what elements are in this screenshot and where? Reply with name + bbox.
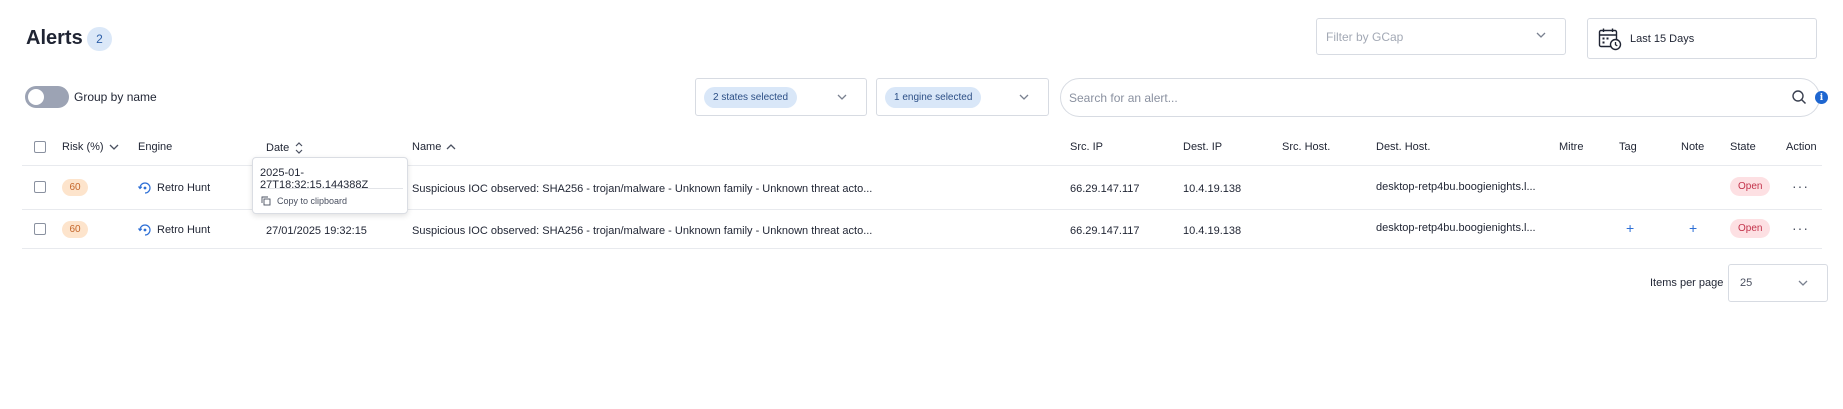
src-ip-cell: 66.29.147.117: [1070, 183, 1140, 195]
copy-icon: [261, 196, 271, 206]
engine-cell: Retro Hunt: [138, 223, 210, 236]
state-badge: Open: [1730, 219, 1771, 238]
column-header-tag: Tag: [1619, 141, 1637, 153]
copy-to-clipboard-button[interactable]: Copy to clipboard: [261, 196, 347, 206]
items-per-page-label: Items per page: [1650, 277, 1724, 289]
divider: [260, 188, 403, 189]
search-placeholder: Search for an alert...: [1069, 90, 1178, 105]
date-range-button[interactable]: Last 15 Days: [1587, 18, 1817, 59]
column-header-date[interactable]: Date: [266, 141, 305, 155]
column-header-risk[interactable]: Risk (%): [62, 141, 120, 153]
group-by-name-label: Group by name: [74, 90, 157, 104]
column-label: Action: [1786, 141, 1817, 153]
column-label: Dest. Host.: [1376, 141, 1431, 153]
info-icon[interactable]: i: [1815, 91, 1828, 104]
alert-search-input[interactable]: Search for an alert...: [1060, 78, 1820, 117]
column-label: Src. IP: [1070, 141, 1104, 153]
column-label: Tag: [1619, 141, 1637, 153]
select-all-checkbox[interactable]: [34, 141, 46, 153]
date-cell[interactable]: 27/01/2025 19:32:15: [266, 225, 367, 237]
search-icon[interactable]: [1791, 89, 1807, 105]
calendar-clock-icon: [1598, 28, 1622, 50]
more-actions-icon[interactable]: ···: [1792, 178, 1809, 194]
engine-label: Retro Hunt: [157, 181, 211, 194]
dest-host-cell: desktop-retp4bu.boogienights.l...: [1376, 222, 1536, 234]
column-label: Engine: [138, 141, 173, 153]
engine-label: Retro Hunt: [157, 223, 211, 236]
column-header-engine: Engine: [138, 141, 172, 153]
date-tooltip: 2025-01-27T18:32:15.144388Z Copy to clip…: [252, 157, 408, 214]
chevron-down-icon: [1536, 32, 1546, 38]
add-tag-icon[interactable]: +: [1626, 220, 1634, 236]
column-label: Date: [266, 142, 290, 154]
column-label: Risk (%): [62, 141, 104, 153]
column-header-src-ip: Src. IP: [1070, 141, 1103, 153]
dest-ip-cell: 10.4.19.138: [1183, 225, 1242, 237]
column-header-mitre: Mitre: [1559, 141, 1583, 153]
dest-ip-cell: 10.4.19.138: [1183, 183, 1242, 195]
row-checkbox[interactable]: [34, 223, 46, 235]
items-per-page-value: 25: [1740, 277, 1753, 289]
divider: [22, 248, 1822, 249]
retro-hunt-icon: [138, 182, 151, 194]
alert-name-cell[interactable]: Suspicious IOC observed: SHA256 - trojan…: [412, 225, 872, 237]
gcap-filter-select[interactable]: Filter by GCap: [1316, 18, 1566, 55]
chevron-up-icon: [446, 144, 456, 150]
sort-icon: [295, 142, 303, 154]
group-by-name-toggle[interactable]: [25, 86, 69, 108]
engine-filter-select[interactable]: 1 engine selected: [876, 78, 1049, 116]
states-chip: 2 states selected: [704, 86, 798, 108]
column-header-src-host: Src. Host.: [1282, 141, 1330, 153]
column-header-state: State: [1730, 141, 1756, 153]
items-per-page-select[interactable]: 25: [1728, 264, 1828, 302]
column-label: State: [1730, 141, 1756, 153]
column-header-dest-ip: Dest. IP: [1183, 141, 1222, 153]
copy-label: Copy to clipboard: [277, 196, 348, 206]
page-title: Alerts: [26, 27, 83, 49]
more-actions-icon[interactable]: ···: [1792, 220, 1809, 236]
dest-host-cell: desktop-retp4bu.boogienights.l...: [1376, 181, 1536, 193]
column-header-action: Action: [1786, 141, 1817, 153]
engine-chip: 1 engine selected: [885, 86, 982, 108]
chevron-down-icon: [1019, 94, 1029, 100]
chevron-down-icon: [109, 144, 119, 150]
gcap-filter-placeholder: Filter by GCap: [1326, 29, 1404, 44]
alert-name-cell[interactable]: Suspicious IOC observed: SHA256 - trojan…: [412, 183, 872, 195]
chevron-down-icon: [837, 94, 847, 100]
column-label: Mitre: [1559, 141, 1584, 153]
column-label: Dest. IP: [1183, 141, 1223, 153]
chevron-down-icon: [1798, 280, 1808, 286]
state-badge: Open: [1730, 177, 1771, 196]
risk-badge: 60: [62, 221, 88, 238]
column-label: Name: [412, 141, 442, 153]
alerts-count-badge: 2: [87, 27, 112, 51]
row-checkbox[interactable]: [34, 181, 46, 193]
states-filter-select[interactable]: 2 states selected: [695, 78, 867, 116]
column-header-dest-host: Dest. Host.: [1376, 141, 1430, 153]
column-label: Note: [1681, 141, 1705, 153]
column-label: Src. Host.: [1282, 141, 1331, 153]
retro-hunt-icon: [138, 224, 151, 236]
add-note-icon[interactable]: +: [1689, 220, 1697, 236]
date-range-label: Last 15 Days: [1630, 32, 1695, 45]
engine-cell: Retro Hunt: [138, 181, 210, 194]
risk-badge: 60: [62, 179, 88, 196]
column-header-name[interactable]: Name: [412, 141, 457, 153]
src-ip-cell: 66.29.147.117: [1070, 225, 1140, 237]
column-header-note: Note: [1681, 141, 1704, 153]
